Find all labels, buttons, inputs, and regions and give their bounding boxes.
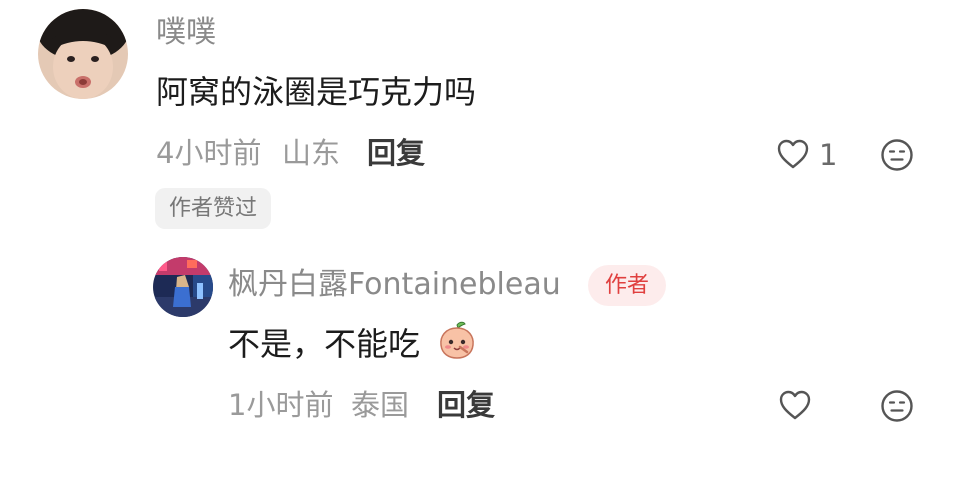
commenter-avatar[interactable] xyxy=(38,9,128,99)
reply-text: 不是，不能吃 xyxy=(228,325,421,363)
comment-location: 山东 xyxy=(282,136,341,170)
replier-avatar[interactable] xyxy=(153,257,213,317)
commenter-username[interactable]: 噗噗 xyxy=(156,18,216,48)
author-badge: 作者 xyxy=(588,265,667,306)
reply-location: 泰国 xyxy=(351,388,410,422)
reply-reply-button[interactable]: 回复 xyxy=(437,391,495,420)
replier-username[interactable]: 枫丹白露Fontainebleau xyxy=(228,270,561,300)
peach-sticker-icon xyxy=(436,319,478,365)
reply-time: 1小时前 xyxy=(228,388,334,422)
heart-outline-icon[interactable] xyxy=(778,389,812,425)
comment-text: 阿窝的泳圈是巧克力吗 xyxy=(156,73,477,111)
neutral-face-icon[interactable] xyxy=(880,389,914,427)
comment-like-count: 1 xyxy=(819,138,838,172)
heart-outline-icon[interactable] xyxy=(776,138,810,174)
comment-time: 4小时前 xyxy=(156,136,262,170)
liked-by-author-badge: 作者赞过 xyxy=(155,188,272,229)
comment-reply-button[interactable]: 回复 xyxy=(367,139,425,168)
neutral-face-icon[interactable] xyxy=(880,138,914,176)
